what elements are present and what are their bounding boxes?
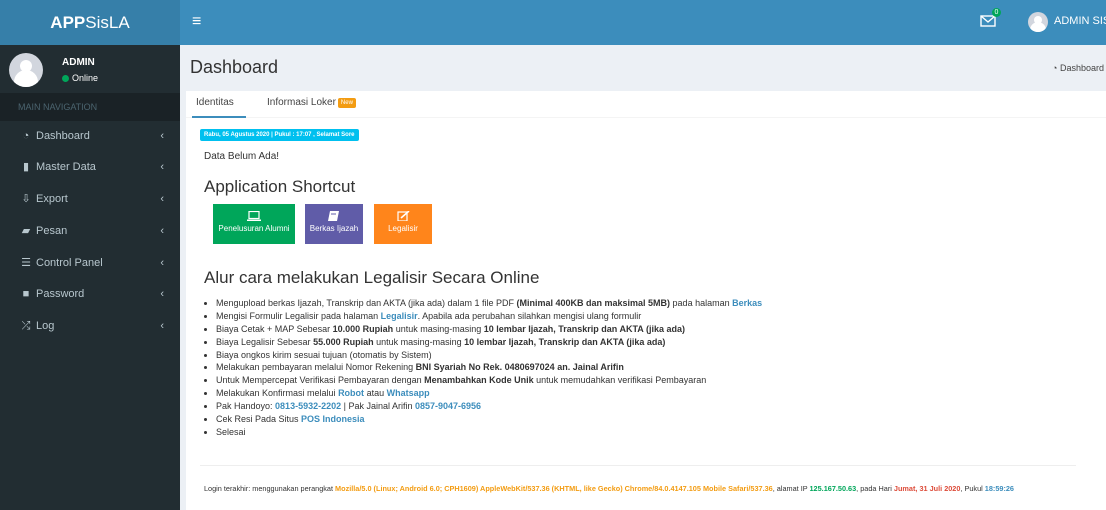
list-item: Pak Handoyo: 0813-5932-2202 | Pak Jainal… [216,400,762,413]
breadcrumb[interactable]: ◔ Dashboard [1052,63,1104,73]
menu-toggle-icon[interactable]: ≡ [192,12,201,32]
penelusuran-alumni-button[interactable]: Penelusuran Alumni [213,204,295,244]
sidebar-item-log[interactable]: ⤮ Log ‹ [0,311,180,341]
folder-icon: ▰ [21,225,31,237]
tab-identitas[interactable]: Identitas [192,91,246,118]
chevron-left-icon: ‹ [160,161,164,173]
online-dot-icon [62,75,69,82]
steps-list: Mengupload berkas Ijazah, Transkrip dan … [216,297,762,439]
pos-indonesia-link[interactable]: POS Indonesia [301,414,365,424]
list-icon: ☰ [21,257,31,269]
legalisir-link[interactable]: Legalisir [381,311,418,321]
lock-icon: ■ [22,288,30,300]
dashboard-icon: ◔ [22,130,30,142]
user-avatar-icon[interactable] [1028,12,1048,32]
avatar [9,53,43,87]
user-name: ADMIN [62,57,95,68]
page-title: Dashboard [190,57,279,77]
login-date: Jumat, 31 Juli 2020 [893,484,961,493]
new-badge: New [337,98,356,108]
sidebar: ADMIN Online MAIN NAVIGATION ◔ Dashboard ‹… [0,45,180,510]
dashboard-icon: ◔ [1052,63,1060,73]
list-item: Biaya Cetak + MAP Sebesar 10.000 Rupiah … [216,323,762,336]
sidebar-item-pesan[interactable]: ▰ Pesan ‹ [0,216,180,246]
chevron-left-icon: ‹ [160,257,164,269]
chevron-left-icon: ‹ [160,193,164,205]
mail-count-badge: 0 [992,8,1001,17]
sidebar-item-dashboard[interactable]: ◔ Dashboard ‹ [0,121,180,151]
sidebar-item-control-panel[interactable]: ☰ Control Panel ‹ [0,248,180,278]
sidebar-item-password[interactable]: ■ Password ‹ [0,279,180,309]
main-box: Identitas Informasi Loker New Rabu, 05 Ag… [186,91,1106,510]
list-item: Selesai [216,426,762,439]
whatsapp-link[interactable]: Whatsapp [387,388,430,398]
sidebar-item-master-data[interactable]: ▮ Master Data ‹ [0,152,180,182]
date-time-label: Rabu, 05 Agustus 2020 | Pukul : 17:07 , … [200,129,359,141]
no-data-text: Data Belum Ada! [204,151,280,162]
user-agent: Mozilla/5.0 (Linux; Android 6.0; CPH1609… [335,484,773,493]
list-item: Biaya Legalisir Sebesar 55.000 Rupiah un… [216,336,762,349]
list-item: Biaya ongkos kirim sesuai tujuan (otomat… [216,349,762,362]
tab-bar: Identitas Informasi Loker New [186,91,1106,118]
phone-handoyo-link[interactable]: 0813-5932-2202 [275,401,341,411]
app-logo[interactable]: APPSisLA [0,0,180,45]
chevron-left-icon: ‹ [160,225,164,237]
divider [200,465,1076,466]
list-item: Mengupload berkas Ijazah, Transkrip dan … [216,297,762,310]
sidebar-item-export[interactable]: ⇩ Export ‹ [0,184,180,214]
tab-informasi-loker[interactable]: Informasi Loker New [267,91,367,118]
legalisir-button[interactable]: Legalisir [374,204,432,244]
list-item: Untuk Mempercepat Verifikasi Pembayaran … [216,374,762,387]
berkas-link[interactable]: Berkas [732,298,762,308]
list-item: Cek Resi Pada Situs POS Indonesia [216,413,762,426]
user-panel: ADMIN Online [0,45,180,93]
login-time: 18:59:26 [984,484,1014,493]
random-icon: ⤮ [21,320,31,332]
book-icon [328,211,339,221]
content-header: Dashboard ◔ Dashboard [180,45,1106,91]
list-item: Mengisi Formulir Legalisir pada halaman … [216,310,762,323]
alur-heading: Alur cara melakukan Legalisir Secara Onl… [204,268,540,287]
chevron-left-icon: ‹ [160,320,164,332]
robot-link[interactable]: Robot [338,388,364,398]
file-icon: ▮ [22,161,30,173]
ip-address: 125.167.50.63 [809,484,857,493]
user-menu[interactable]: ADMIN SISLA [1054,15,1106,27]
edit-icon [397,211,410,221]
list-item: Melakukan Konfirmasi melalui Robot atau … [216,387,762,400]
sidebar-header: MAIN NAVIGATION [0,93,180,121]
shortcut-heading: Application Shortcut [204,177,356,196]
chevron-left-icon: ‹ [160,130,164,142]
top-navbar: ≡ 0 ADMIN SISLA [180,0,1106,45]
export-icon: ⇩ [21,193,31,205]
last-login-info: Login terakhir: menggunakan perangkat Mo… [204,484,1014,493]
laptop-icon [247,211,261,221]
list-item: Melakukan pembayaran melalui Nomor Reken… [216,361,762,374]
phone-jainal-link[interactable]: 0857-9047-6956 [415,401,481,411]
berkas-ijazah-button[interactable]: Berkas Ijazah [305,204,363,244]
user-status: Online [62,73,98,83]
chevron-left-icon: ‹ [160,288,164,300]
